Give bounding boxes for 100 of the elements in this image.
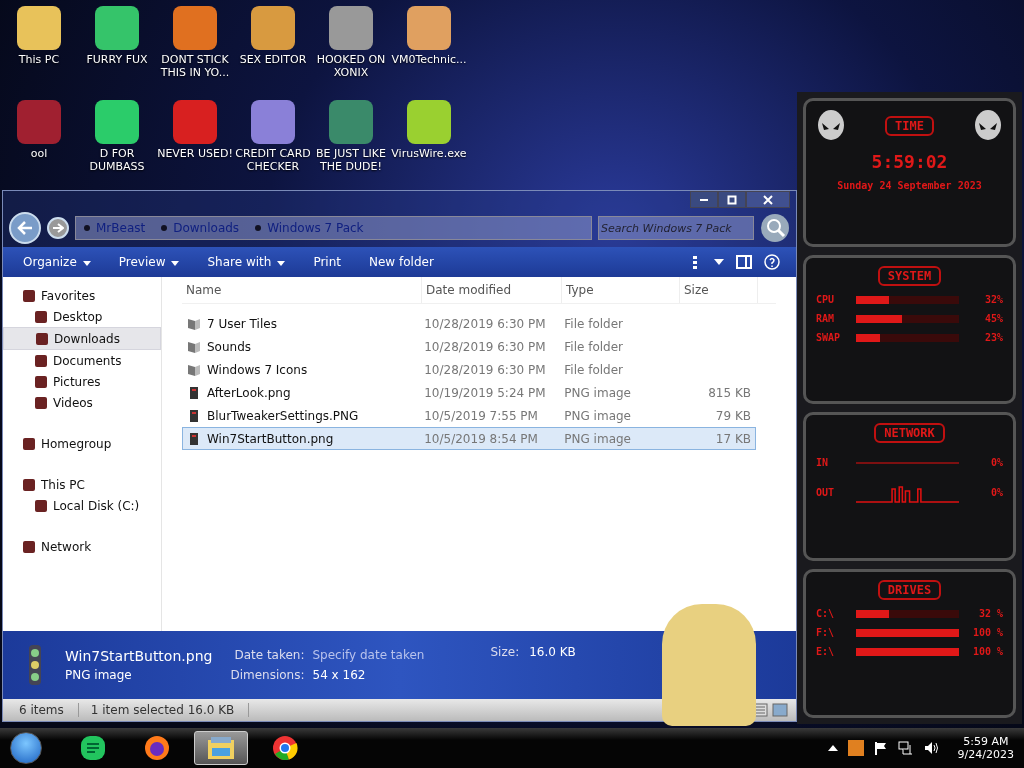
toolbar-button[interactable]: Organize [19, 253, 95, 271]
metric-value: 0% [989, 486, 1003, 498]
app-icon[interactable] [407, 100, 451, 144]
back-button[interactable] [9, 212, 41, 244]
metric-value: 100 % [971, 646, 1003, 657]
app-icon[interactable] [95, 100, 139, 144]
date-text: Sunday 24 September 2023 [837, 180, 982, 191]
nav-item[interactable]: This PC [3, 474, 161, 495]
forward-button[interactable] [47, 217, 69, 239]
app-icon[interactable] [251, 100, 295, 144]
file-row[interactable]: 7 User Tiles 10/28/2019 6:30 PM File folder [182, 312, 756, 335]
metric-value: 32% [983, 294, 1003, 305]
field-label: Size: [490, 645, 520, 659]
nav-item[interactable]: Videos [3, 392, 161, 413]
file-name: 7 User Tiles [207, 316, 277, 331]
maximize-button[interactable] [718, 191, 746, 208]
metric-label: SWAP [816, 332, 842, 343]
nav-item[interactable]: Network [3, 536, 161, 557]
column-header[interactable]: Type [562, 277, 680, 303]
icon-label[interactable]: This PC [1, 54, 77, 67]
clock-text: 5:59:02 [871, 151, 948, 172]
show-hidden-icons-icon[interactable] [827, 745, 838, 751]
date-taken-field[interactable]: Specify date taken [312, 648, 473, 662]
size-cell: 815 KB [708, 385, 751, 400]
toolbar-button[interactable]: Print [309, 253, 345, 271]
icon-label[interactable]: SEX EDITOR [235, 54, 311, 67]
icon-label[interactable]: VirusWire.exe [391, 148, 467, 161]
metric-value: 32 % [977, 608, 1003, 619]
type-cell-text: File folder [563, 362, 625, 377]
file-name: AfterLook.png [207, 385, 291, 400]
icon-label[interactable]: ool [1, 148, 77, 161]
notes-app-icon [80, 735, 106, 761]
nav-item[interactable]: Desktop [3, 306, 161, 327]
field-label: Dimensions: [230, 668, 305, 682]
file-row[interactable]: Sounds 10/28/2019 6:30 PM File folder [182, 335, 756, 358]
icon-label[interactable]: FURRY FUX [79, 54, 155, 67]
status-text: 6 items [11, 703, 79, 717]
file-row[interactable]: Windows 7 Icons 10/28/2019 6:30 PM File folder [182, 358, 756, 381]
thumbnail-view-icon[interactable] [772, 703, 788, 717]
file-row[interactable]: BlurTweakerSettings.PNG 10/5/2019 7:55 PM PNG image 79 KB [182, 404, 756, 427]
file-row[interactable]: Win7StartButton.png 10/5/2019 8:54 PM PNG image 17 KB [182, 427, 756, 450]
icon-label[interactable]: D FOR DUMBASS [79, 148, 155, 174]
file-row[interactable]: AfterLook.png 10/19/2019 5:24 PM PNG image 815 KB [182, 381, 756, 404]
icon-label[interactable]: VM0Technic... [391, 54, 467, 67]
file-name: Win7StartButton.png [207, 431, 334, 446]
search-field[interactable]: Search Windows 7 Pack [598, 216, 754, 240]
drive-label: E:\ [816, 646, 836, 657]
icon-label[interactable]: CREDIT CARD CHECKER [235, 148, 311, 174]
toolbar-button[interactable]: Share with [203, 253, 290, 271]
app-icon[interactable] [95, 6, 139, 50]
dropdown-icon[interactable] [714, 259, 724, 265]
app-icon[interactable] [407, 6, 451, 50]
icon-label[interactable]: HOOKED ON XONIX [313, 54, 389, 80]
app-icon[interactable] [173, 6, 217, 50]
metric-value: 100 % [971, 627, 1003, 638]
toolbar-button[interactable]: New folder [365, 253, 438, 271]
app-icon[interactable] [251, 6, 295, 50]
file-type: PNG image [65, 668, 133, 682]
volume-icon[interactable] [923, 741, 940, 755]
help-icon[interactable] [764, 254, 780, 270]
type-cell-text: PNG image [563, 408, 632, 423]
column-header[interactable]: Size [680, 277, 758, 303]
close-button[interactable] [746, 191, 790, 208]
nav-item[interactable]: Downloads [3, 327, 161, 350]
tray-time[interactable]: 5:59 AM [963, 735, 1009, 748]
app-icon[interactable] [329, 6, 373, 50]
start-button[interactable] [10, 732, 42, 764]
minimize-button[interactable] [690, 191, 718, 208]
date-cell-text: 10/28/2019 6:30 PM [423, 339, 547, 354]
icon-label[interactable]: BE JUST LIKE THE DUDE! [313, 148, 389, 174]
column-header[interactable]: Date modified [422, 277, 562, 303]
nav-item[interactable]: Local Disk (C:) [3, 495, 161, 516]
field-label: Date taken: [233, 648, 305, 662]
type-cell-text: File folder [563, 316, 625, 331]
firefox-icon [144, 735, 170, 761]
search-icon[interactable] [760, 213, 790, 243]
folder-icon [187, 339, 201, 354]
metric-label: CPU [816, 294, 836, 305]
metric-label: RAM [816, 313, 836, 324]
preview-pane-icon[interactable] [736, 255, 752, 269]
nav-item[interactable]: Favorites [3, 285, 161, 306]
column-header[interactable]: Name [182, 277, 422, 303]
nav-item[interactable]: Documents [3, 350, 161, 371]
file-name: Win7StartButton.png [65, 648, 213, 664]
icon-label[interactable]: DONT STICK THIS IN YO... [157, 54, 233, 80]
date-cell-text: 10/28/2019 6:30 PM [423, 316, 547, 331]
tray-date[interactable]: 9/24/2023 [957, 748, 1014, 761]
file-name: BlurTweakerSettings.PNG [207, 408, 359, 423]
metric-value: 45% [983, 313, 1003, 324]
toolbar-button[interactable]: Preview [114, 253, 184, 271]
tray-app-icon[interactable] [847, 740, 864, 756]
type-cell-text: PNG image [563, 385, 632, 400]
icon-label[interactable]: NEVER USED! [157, 148, 233, 161]
nav-item[interactable]: Pictures [3, 371, 161, 392]
app-icon[interactable] [17, 6, 61, 50]
flag-icon[interactable] [873, 741, 888, 755]
date-cell-text: 10/5/2019 7:55 PM [423, 408, 539, 423]
nav-item[interactable]: Homegroup [3, 433, 161, 454]
network-icon[interactable] [897, 741, 914, 755]
file-icon [187, 408, 201, 423]
